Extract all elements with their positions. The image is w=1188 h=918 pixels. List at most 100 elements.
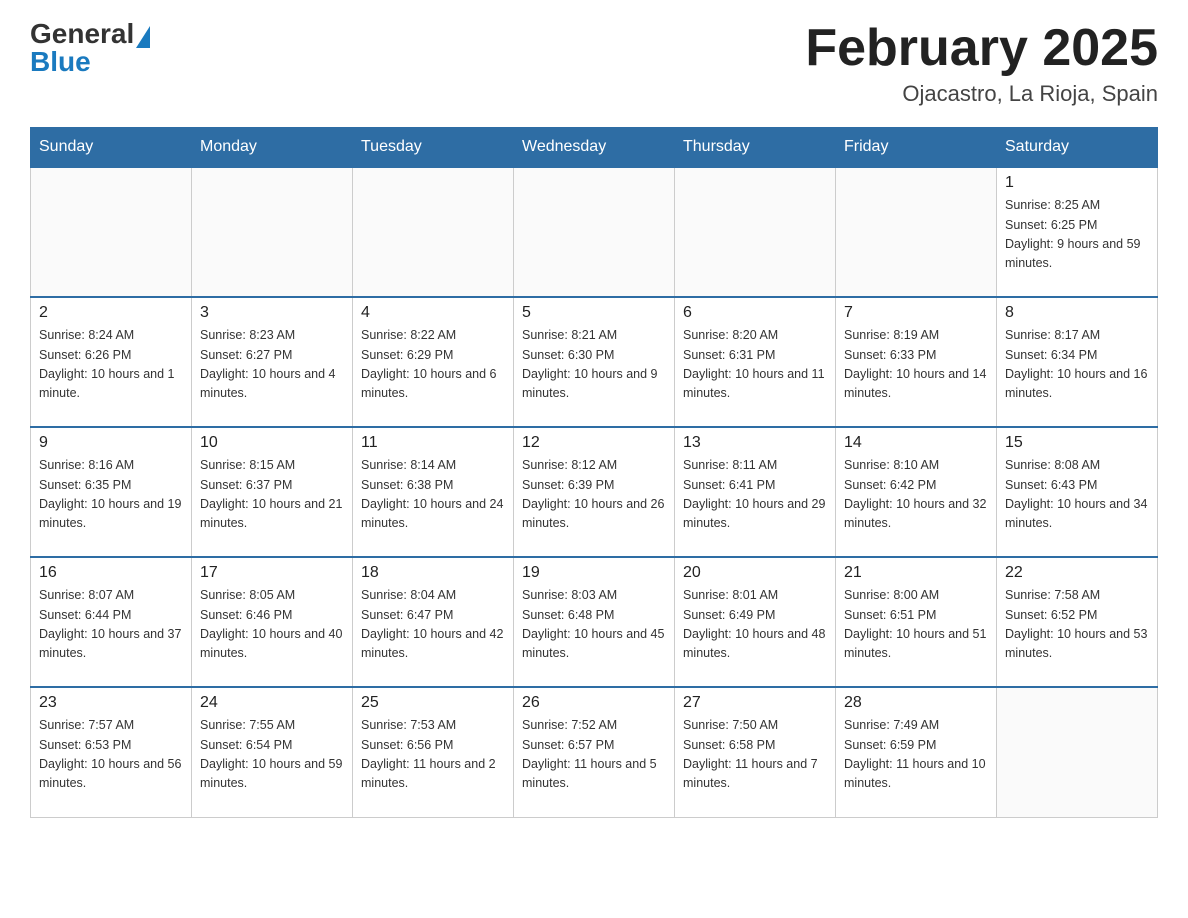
day-info: Sunrise: 8:04 AM Sunset: 6:47 PM Dayligh…: [361, 586, 505, 664]
day-number: 16: [39, 564, 183, 582]
day-number: 12: [522, 434, 666, 452]
calendar-cell: 13 Sunrise: 8:11 AM Sunset: 6:41 PM Dayli…: [675, 427, 836, 557]
day-number: 3: [200, 304, 344, 322]
day-number: 19: [522, 564, 666, 582]
day-number: 26: [522, 694, 666, 712]
calendar-cell: 9 Sunrise: 8:16 AM Sunset: 6:35 PM Daylig…: [31, 427, 192, 557]
day-info: Sunrise: 7:49 AM Sunset: 6:59 PM Dayligh…: [844, 716, 988, 794]
day-number: 11: [361, 434, 505, 452]
day-number: 8: [1005, 304, 1149, 322]
logo-general: General: [30, 20, 134, 48]
day-info: Sunrise: 8:07 AM Sunset: 6:44 PM Dayligh…: [39, 586, 183, 664]
day-number: 27: [683, 694, 827, 712]
day-info: Sunrise: 7:55 AM Sunset: 6:54 PM Dayligh…: [200, 716, 344, 794]
header-wednesday: Wednesday: [514, 128, 675, 168]
day-info: Sunrise: 8:11 AM Sunset: 6:41 PM Dayligh…: [683, 456, 827, 534]
day-info: Sunrise: 8:01 AM Sunset: 6:49 PM Dayligh…: [683, 586, 827, 664]
header-saturday: Saturday: [997, 128, 1158, 168]
day-info: Sunrise: 8:21 AM Sunset: 6:30 PM Dayligh…: [522, 326, 666, 404]
day-info: Sunrise: 8:22 AM Sunset: 6:29 PM Dayligh…: [361, 326, 505, 404]
day-info: Sunrise: 8:23 AM Sunset: 6:27 PM Dayligh…: [200, 326, 344, 404]
day-number: 2: [39, 304, 183, 322]
day-info: Sunrise: 8:10 AM Sunset: 6:42 PM Dayligh…: [844, 456, 988, 534]
day-number: 18: [361, 564, 505, 582]
calendar-cell: 28 Sunrise: 7:49 AM Sunset: 6:59 PM Dayli…: [836, 687, 997, 817]
calendar-table: Sunday Monday Tuesday Wednesday Thursday…: [30, 127, 1158, 818]
day-number: 10: [200, 434, 344, 452]
day-info: Sunrise: 8:05 AM Sunset: 6:46 PM Dayligh…: [200, 586, 344, 664]
calendar-cell: 26 Sunrise: 7:52 AM Sunset: 6:57 PM Dayli…: [514, 687, 675, 817]
day-info: Sunrise: 7:52 AM Sunset: 6:57 PM Dayligh…: [522, 716, 666, 794]
calendar-cell: [31, 167, 192, 297]
calendar-cell: [514, 167, 675, 297]
day-info: Sunrise: 8:00 AM Sunset: 6:51 PM Dayligh…: [844, 586, 988, 664]
day-number: 13: [683, 434, 827, 452]
weekday-header-row: Sunday Monday Tuesday Wednesday Thursday…: [31, 128, 1158, 168]
day-number: 24: [200, 694, 344, 712]
day-info: Sunrise: 8:20 AM Sunset: 6:31 PM Dayligh…: [683, 326, 827, 404]
calendar-cell: [675, 167, 836, 297]
calendar-header: Sunday Monday Tuesday Wednesday Thursday…: [31, 128, 1158, 168]
calendar-cell: 18 Sunrise: 8:04 AM Sunset: 6:47 PM Dayli…: [353, 557, 514, 687]
day-info: Sunrise: 7:58 AM Sunset: 6:52 PM Dayligh…: [1005, 586, 1149, 664]
day-info: Sunrise: 8:14 AM Sunset: 6:38 PM Dayligh…: [361, 456, 505, 534]
day-number: 22: [1005, 564, 1149, 582]
header-sunday: Sunday: [31, 128, 192, 168]
calendar-cell: 25 Sunrise: 7:53 AM Sunset: 6:56 PM Dayli…: [353, 687, 514, 817]
calendar-cell: 5Sunrise: 8:21 AM Sunset: 6:30 PM Daylig…: [514, 297, 675, 427]
calendar-cell: 23Sunrise: 7:57 AM Sunset: 6:53 PM Dayli…: [31, 687, 192, 817]
calendar-cell: 3 Sunrise: 8:23 AM Sunset: 6:27 PM Daylig…: [192, 297, 353, 427]
calendar-cell: 27 Sunrise: 7:50 AM Sunset: 6:58 PM Dayli…: [675, 687, 836, 817]
calendar-cell: 22 Sunrise: 7:58 AM Sunset: 6:52 PM Dayli…: [997, 557, 1158, 687]
day-number: 4: [361, 304, 505, 322]
calendar-cell: [836, 167, 997, 297]
day-info: Sunrise: 8:16 AM Sunset: 6:35 PM Dayligh…: [39, 456, 183, 534]
day-info: Sunrise: 8:15 AM Sunset: 6:37 PM Dayligh…: [200, 456, 344, 534]
header-tuesday: Tuesday: [353, 128, 514, 168]
calendar-cell: [353, 167, 514, 297]
calendar-cell: 17 Sunrise: 8:05 AM Sunset: 6:46 PM Dayli…: [192, 557, 353, 687]
page-header: General Blue February 2025 Ojacastro, La…: [30, 20, 1158, 107]
calendar-week-4: 16 Sunrise: 8:07 AM Sunset: 6:44 PM Dayli…: [31, 557, 1158, 687]
calendar-cell: 20Sunrise: 8:01 AM Sunset: 6:49 PM Dayli…: [675, 557, 836, 687]
calendar-cell: 16 Sunrise: 8:07 AM Sunset: 6:44 PM Dayli…: [31, 557, 192, 687]
calendar-body: 1Sunrise: 8:25 AM Sunset: 6:25 PM Daylig…: [31, 167, 1158, 817]
day-info: Sunrise: 7:53 AM Sunset: 6:56 PM Dayligh…: [361, 716, 505, 794]
day-number: 25: [361, 694, 505, 712]
day-number: 15: [1005, 434, 1149, 452]
day-info: Sunrise: 8:19 AM Sunset: 6:33 PM Dayligh…: [844, 326, 988, 404]
calendar-week-3: 9 Sunrise: 8:16 AM Sunset: 6:35 PM Daylig…: [31, 427, 1158, 557]
title-section: February 2025 Ojacastro, La Rioja, Spain: [805, 20, 1158, 107]
day-number: 17: [200, 564, 344, 582]
logo: General Blue: [30, 20, 150, 76]
logo-blue: Blue: [30, 48, 150, 76]
calendar-cell: 12Sunrise: 8:12 AM Sunset: 6:39 PM Dayli…: [514, 427, 675, 557]
calendar-cell: [997, 687, 1158, 817]
day-info: Sunrise: 7:50 AM Sunset: 6:58 PM Dayligh…: [683, 716, 827, 794]
calendar-cell: 21Sunrise: 8:00 AM Sunset: 6:51 PM Dayli…: [836, 557, 997, 687]
logo-triangle-icon: [136, 26, 150, 48]
day-info: Sunrise: 8:24 AM Sunset: 6:26 PM Dayligh…: [39, 326, 183, 404]
calendar-week-2: 2 Sunrise: 8:24 AM Sunset: 6:26 PM Daylig…: [31, 297, 1158, 427]
day-info: Sunrise: 8:17 AM Sunset: 6:34 PM Dayligh…: [1005, 326, 1149, 404]
day-number: 1: [1005, 174, 1149, 192]
day-number: 14: [844, 434, 988, 452]
calendar-cell: 1Sunrise: 8:25 AM Sunset: 6:25 PM Daylig…: [997, 167, 1158, 297]
calendar-cell: [192, 167, 353, 297]
calendar-cell: 4 Sunrise: 8:22 AM Sunset: 6:29 PM Daylig…: [353, 297, 514, 427]
calendar-cell: 2 Sunrise: 8:24 AM Sunset: 6:26 PM Daylig…: [31, 297, 192, 427]
calendar-cell: 8 Sunrise: 8:17 AM Sunset: 6:34 PM Daylig…: [997, 297, 1158, 427]
header-friday: Friday: [836, 128, 997, 168]
day-number: 6: [683, 304, 827, 322]
calendar-cell: 11 Sunrise: 8:14 AM Sunset: 6:38 PM Dayli…: [353, 427, 514, 557]
day-number: 28: [844, 694, 988, 712]
header-monday: Monday: [192, 128, 353, 168]
calendar-cell: 7Sunrise: 8:19 AM Sunset: 6:33 PM Daylig…: [836, 297, 997, 427]
header-thursday: Thursday: [675, 128, 836, 168]
calendar-cell: 10 Sunrise: 8:15 AM Sunset: 6:37 PM Dayli…: [192, 427, 353, 557]
calendar-cell: 24 Sunrise: 7:55 AM Sunset: 6:54 PM Dayli…: [192, 687, 353, 817]
month-title: February 2025: [805, 20, 1158, 77]
day-number: 9: [39, 434, 183, 452]
day-number: 23: [39, 694, 183, 712]
location-title: Ojacastro, La Rioja, Spain: [805, 81, 1158, 107]
